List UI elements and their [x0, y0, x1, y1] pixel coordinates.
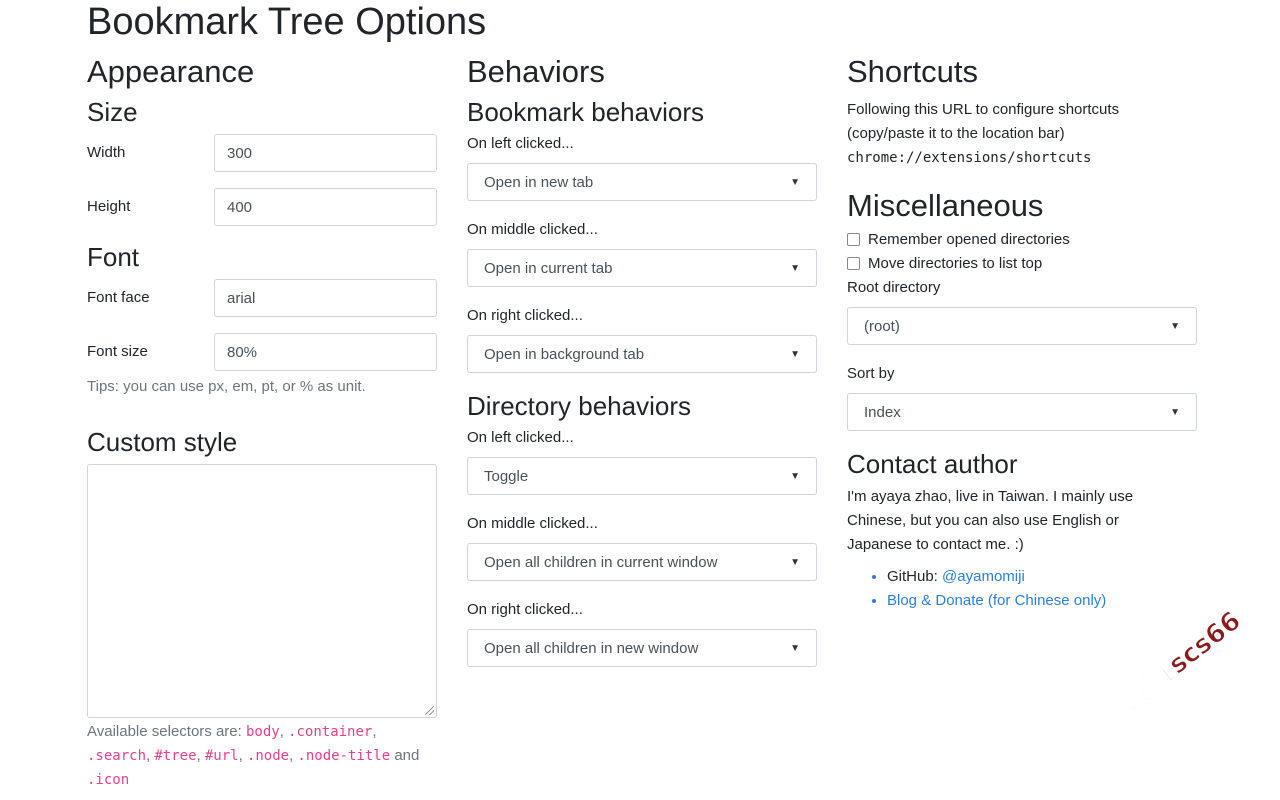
- selector-body: body: [245, 724, 280, 740]
- selector-node: .node: [246, 748, 290, 764]
- width-row: Width 300: [87, 134, 437, 172]
- caret-down-icon: ▼: [1170, 320, 1180, 332]
- bookmark-left-select[interactable]: Open in new tab ▼: [467, 163, 817, 201]
- contact-links: GitHub: @ayamomiji Blog & Donate (for Ch…: [847, 565, 1197, 613]
- caret-down-icon: ▼: [790, 642, 800, 654]
- bookmark-right-select[interactable]: Open in background tab ▼: [467, 335, 817, 373]
- miscellaneous-heading: Miscellaneous: [847, 188, 1044, 223]
- selector-icon: .icon: [87, 772, 130, 788]
- appearance-section: Appearance Size Width 300 Height 400 Fon…: [87, 52, 437, 792]
- checkbox-icon[interactable]: [847, 232, 860, 246]
- selector-search: .search: [87, 748, 147, 764]
- directory-middle-label: On middle clicked...: [467, 515, 598, 532]
- root-directory-select[interactable]: (root) ▼: [847, 307, 1197, 345]
- size-heading: Size: [87, 97, 138, 127]
- list-item: GitHub: @ayamomiji: [887, 565, 1197, 589]
- height-label: Height: [87, 198, 131, 215]
- directory-right-select[interactable]: Open all children in new window ▼: [467, 629, 817, 667]
- font-heading: Font: [87, 242, 140, 272]
- directory-right-label: On right clicked...: [467, 601, 583, 618]
- selector-url: #url: [204, 748, 239, 764]
- behaviors-section: Behaviors Bookmark behaviors On left cli…: [467, 52, 817, 667]
- contact-heading: Contact author: [847, 449, 1018, 479]
- shortcuts-heading: Shortcuts: [847, 54, 978, 89]
- appearance-heading: Appearance: [87, 54, 255, 89]
- sort-by-label: Sort by: [847, 365, 895, 382]
- directory-middle-select[interactable]: Open all children in current window ▼: [467, 543, 817, 581]
- selector-node-title: .node-title: [297, 748, 391, 764]
- caret-down-icon: ▼: [790, 470, 800, 482]
- remember-dirs-row[interactable]: Remember opened directories: [847, 227, 1197, 251]
- behaviors-heading: Behaviors: [467, 54, 605, 89]
- page-title: Bookmark Tree Options: [87, 1, 487, 43]
- github-link[interactable]: @ayamomiji: [942, 568, 1025, 585]
- contact-text: I'm ayaya zhao, live in Taiwan. I mainly…: [847, 488, 1134, 553]
- bookmark-right-label: On right clicked...: [467, 307, 583, 324]
- selector-container: .container: [288, 724, 373, 740]
- directory-behaviors-heading: Directory behaviors: [467, 391, 691, 421]
- caret-down-icon: ▼: [790, 176, 800, 188]
- bookmark-left-label: On left clicked...: [467, 135, 574, 152]
- custom-style-heading: Custom style: [87, 427, 238, 457]
- font-face-label: Font face: [87, 289, 150, 306]
- height-row: Height 400: [87, 188, 437, 226]
- checkbox-icon[interactable]: [847, 256, 860, 270]
- width-label: Width: [87, 144, 126, 161]
- height-input[interactable]: 400: [214, 188, 437, 226]
- selector-tree: #tree: [154, 748, 197, 764]
- sort-by-select[interactable]: Index ▼: [847, 393, 1197, 431]
- list-item: Blog & Donate (for Chinese only): [887, 589, 1197, 613]
- remember-dirs-label: Remember opened directories: [868, 230, 1070, 248]
- blog-donate-link[interactable]: Blog & Donate (for Chinese only): [887, 592, 1106, 609]
- watermark: 数创社scs66: [1101, 605, 1247, 729]
- caret-down-icon: ▼: [790, 262, 800, 274]
- font-face-row: Font face arial: [87, 279, 437, 317]
- bookmark-middle-label: On middle clicked...: [467, 221, 598, 238]
- font-size-row: Font size 80%: [87, 333, 437, 371]
- caret-down-icon: ▼: [790, 348, 800, 360]
- font-face-input[interactable]: arial: [214, 279, 437, 317]
- sidebar-section: Shortcuts Following this URL to configur…: [847, 52, 1197, 613]
- shortcuts-text: Following this URL to configure shortcut…: [847, 98, 1197, 170]
- resize-grip-icon[interactable]: [425, 706, 434, 715]
- caret-down-icon: ▼: [1170, 406, 1180, 418]
- font-size-label: Font size: [87, 343, 148, 360]
- width-input[interactable]: 300: [214, 134, 437, 172]
- bookmark-middle-select[interactable]: Open in current tab ▼: [467, 249, 817, 287]
- directory-left-label: On left clicked...: [467, 429, 574, 446]
- custom-style-textarea[interactable]: [87, 464, 437, 718]
- font-tips: Tips: you can use px, em, pt, or % as un…: [87, 378, 366, 395]
- font-size-input[interactable]: 80%: [214, 333, 437, 371]
- selectors-help: Available selectors are: body, .containe…: [87, 723, 420, 788]
- move-dirs-label: Move directories to list top: [868, 254, 1043, 272]
- caret-down-icon: ▼: [790, 556, 800, 568]
- move-dirs-row[interactable]: Move directories to list top: [847, 251, 1197, 275]
- root-directory-label: Root directory: [847, 279, 941, 296]
- directory-left-select[interactable]: Toggle ▼: [467, 457, 817, 495]
- bookmark-behaviors-heading: Bookmark behaviors: [467, 97, 704, 127]
- shortcuts-url[interactable]: chrome://extensions/shortcuts: [847, 146, 1197, 170]
